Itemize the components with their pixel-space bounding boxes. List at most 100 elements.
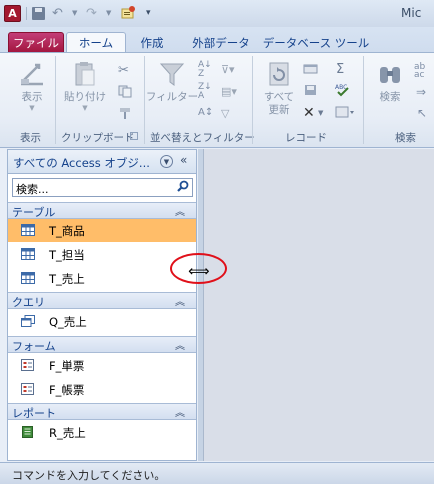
paste-button[interactable]: 貼り付け ▼ xyxy=(62,59,108,112)
list-item-table[interactable]: T_売上 xyxy=(8,267,196,290)
nav-pane-title[interactable]: すべての Access オブジ... xyxy=(13,155,150,171)
object-label: F_帳票 xyxy=(49,383,85,397)
annotation-ellipse xyxy=(170,253,227,284)
table-icon xyxy=(21,224,35,236)
tab-file[interactable]: ファイル xyxy=(8,32,64,53)
toggle-filter-icon[interactable]: ▽ xyxy=(221,107,235,120)
clipboard-launcher-icon[interactable] xyxy=(130,132,138,140)
list-item-report[interactable]: R_売上 xyxy=(8,421,196,444)
format-painter-icon[interactable] xyxy=(118,107,132,119)
group-separator xyxy=(252,56,253,144)
paste-label: 貼り付け xyxy=(64,91,106,103)
shutter-bar-collapse-icon[interactable]: « xyxy=(180,153,187,167)
filter-button[interactable]: フィルター xyxy=(146,59,198,104)
paste-dropdown-icon: ▼ xyxy=(82,104,88,112)
copy-icon[interactable] xyxy=(118,85,132,98)
search-icon[interactable] xyxy=(176,180,190,194)
list-item-query[interactable]: Q_売上 xyxy=(8,310,196,333)
view-icon xyxy=(21,63,43,86)
group-name: レポート xyxy=(12,407,56,420)
list-item-table[interactable]: T_商品 xyxy=(8,219,196,242)
list-item-table[interactable]: T_担当 xyxy=(8,243,196,266)
redo-dropdown-icon[interactable]: ▼ xyxy=(106,5,111,21)
document-work-area xyxy=(203,149,434,461)
paste-icon xyxy=(75,62,95,86)
totals-icon[interactable]: Σ xyxy=(336,62,350,77)
filter-icon xyxy=(159,63,185,86)
more-icon[interactable] xyxy=(335,106,354,118)
spelling-icon[interactable]: ABC xyxy=(335,83,349,97)
group-name: テーブル xyxy=(12,206,56,219)
search-input[interactable]: 検索... xyxy=(16,181,49,197)
find-button[interactable]: 検索 xyxy=(370,59,410,104)
qat-customize-dropdown-icon[interactable]: ▾ xyxy=(146,5,151,21)
sort-descending-icon[interactable]: Z↓ A xyxy=(198,83,212,101)
group-header-queries[interactable]: クエリ ︽ xyxy=(8,292,196,309)
group-clipboard-label: クリップボード xyxy=(61,132,135,144)
select-icon[interactable]: ↖ xyxy=(417,106,431,120)
view-dropdown-icon: ▼ xyxy=(29,104,35,112)
collapse-chevron-up-icon[interactable]: ︽ xyxy=(175,203,185,218)
refresh-label-line2: 更新 xyxy=(268,104,290,116)
selection-filter-icon[interactable]: ⊽▾ xyxy=(221,63,235,76)
group-sort-filter-label: 並べ替えとフィルター xyxy=(150,132,255,144)
tab-create[interactable]: 作成 xyxy=(131,32,173,53)
delete-dropdown-icon[interactable]: ▼ xyxy=(318,109,332,121)
save-record-icon[interactable] xyxy=(303,84,317,96)
ribbon-tabs: ファイル ホーム 作成 外部データ データベース ツール xyxy=(0,27,434,53)
group-separator xyxy=(55,56,56,144)
new-record-icon[interactable] xyxy=(303,63,318,75)
group-header-forms[interactable]: フォーム ︽ xyxy=(8,336,196,353)
list-item-form[interactable]: F_帳票 xyxy=(8,378,196,401)
object-label: T_売上 xyxy=(49,272,85,286)
collapse-chevron-up-icon[interactable]: ︽ xyxy=(175,293,185,308)
view-button[interactable]: 表示 ▼ xyxy=(11,59,53,112)
table-icon xyxy=(21,248,35,260)
access-app-icon[interactable]: A xyxy=(4,5,21,22)
qat-separator xyxy=(26,7,27,20)
navigation-pane: すべての Access オブジ... ▼ « 検索... テーブル ︽ T_商品… xyxy=(7,149,197,461)
group-name: フォーム xyxy=(12,340,56,353)
refresh-label-line1: すべて xyxy=(263,91,295,103)
group-name: クエリ xyxy=(12,296,45,309)
goto-icon[interactable]: ⇒ xyxy=(416,85,430,99)
refresh-icon xyxy=(269,62,289,86)
group-separator xyxy=(144,56,145,144)
collapse-chevron-up-icon[interactable]: ︽ xyxy=(175,404,185,419)
advanced-filter-icon[interactable]: ▤▾ xyxy=(221,85,237,98)
group-header-tables[interactable]: テーブル ︽ xyxy=(8,202,196,219)
refresh-all-button[interactable]: すべて 更新 xyxy=(258,59,300,117)
form-icon xyxy=(21,383,34,395)
cut-icon[interactable]: ✂ xyxy=(118,63,132,78)
replace-icon[interactable]: ab ac xyxy=(414,63,428,80)
object-label: F_単票 xyxy=(49,359,85,373)
list-item-form[interactable]: F_単票 xyxy=(8,354,196,377)
customize-icon[interactable] xyxy=(121,6,137,20)
tab-database-tools[interactable]: データベース ツール xyxy=(263,32,370,53)
nav-pane-header[interactable]: すべての Access オブジ... ▼ « xyxy=(8,150,196,174)
tab-home[interactable]: ホーム xyxy=(66,32,126,53)
undo-icon[interactable]: ↶ xyxy=(52,5,63,21)
sort-ascending-icon[interactable]: A↓ Z xyxy=(198,61,212,79)
remove-sort-icon[interactable]: A↕ xyxy=(198,107,213,119)
status-bar: コマンドを入力してください。 xyxy=(0,462,434,484)
tab-external-data[interactable]: 外部データ xyxy=(182,32,260,53)
nav-menu-chevron-down-icon[interactable]: ▼ xyxy=(160,155,173,168)
form-icon xyxy=(21,359,34,371)
nav-search-box[interactable]: 検索... xyxy=(12,178,193,197)
delete-icon[interactable]: ✕ xyxy=(303,105,317,121)
view-label: 表示 xyxy=(21,91,43,103)
ribbon: 表示 ▼ 表示 貼り付け ▼ ✂ クリップボード フィルター A↓ Z Z↓ A A… xyxy=(0,52,434,148)
group-find-label: 検索 xyxy=(395,132,416,144)
query-icon xyxy=(21,315,35,327)
undo-dropdown-icon[interactable]: ▼ xyxy=(72,5,77,21)
status-text: コマンドを入力してください。 xyxy=(12,469,166,482)
object-label: Q_売上 xyxy=(49,315,87,329)
report-icon xyxy=(22,426,33,438)
window-title: Mic xyxy=(401,6,422,20)
object-label: T_担当 xyxy=(49,248,85,262)
group-header-reports[interactable]: レポート ︽ xyxy=(8,403,196,420)
collapse-chevron-up-icon[interactable]: ︽ xyxy=(175,337,185,352)
redo-icon[interactable]: ↷ xyxy=(86,5,97,21)
save-icon[interactable] xyxy=(32,7,45,20)
